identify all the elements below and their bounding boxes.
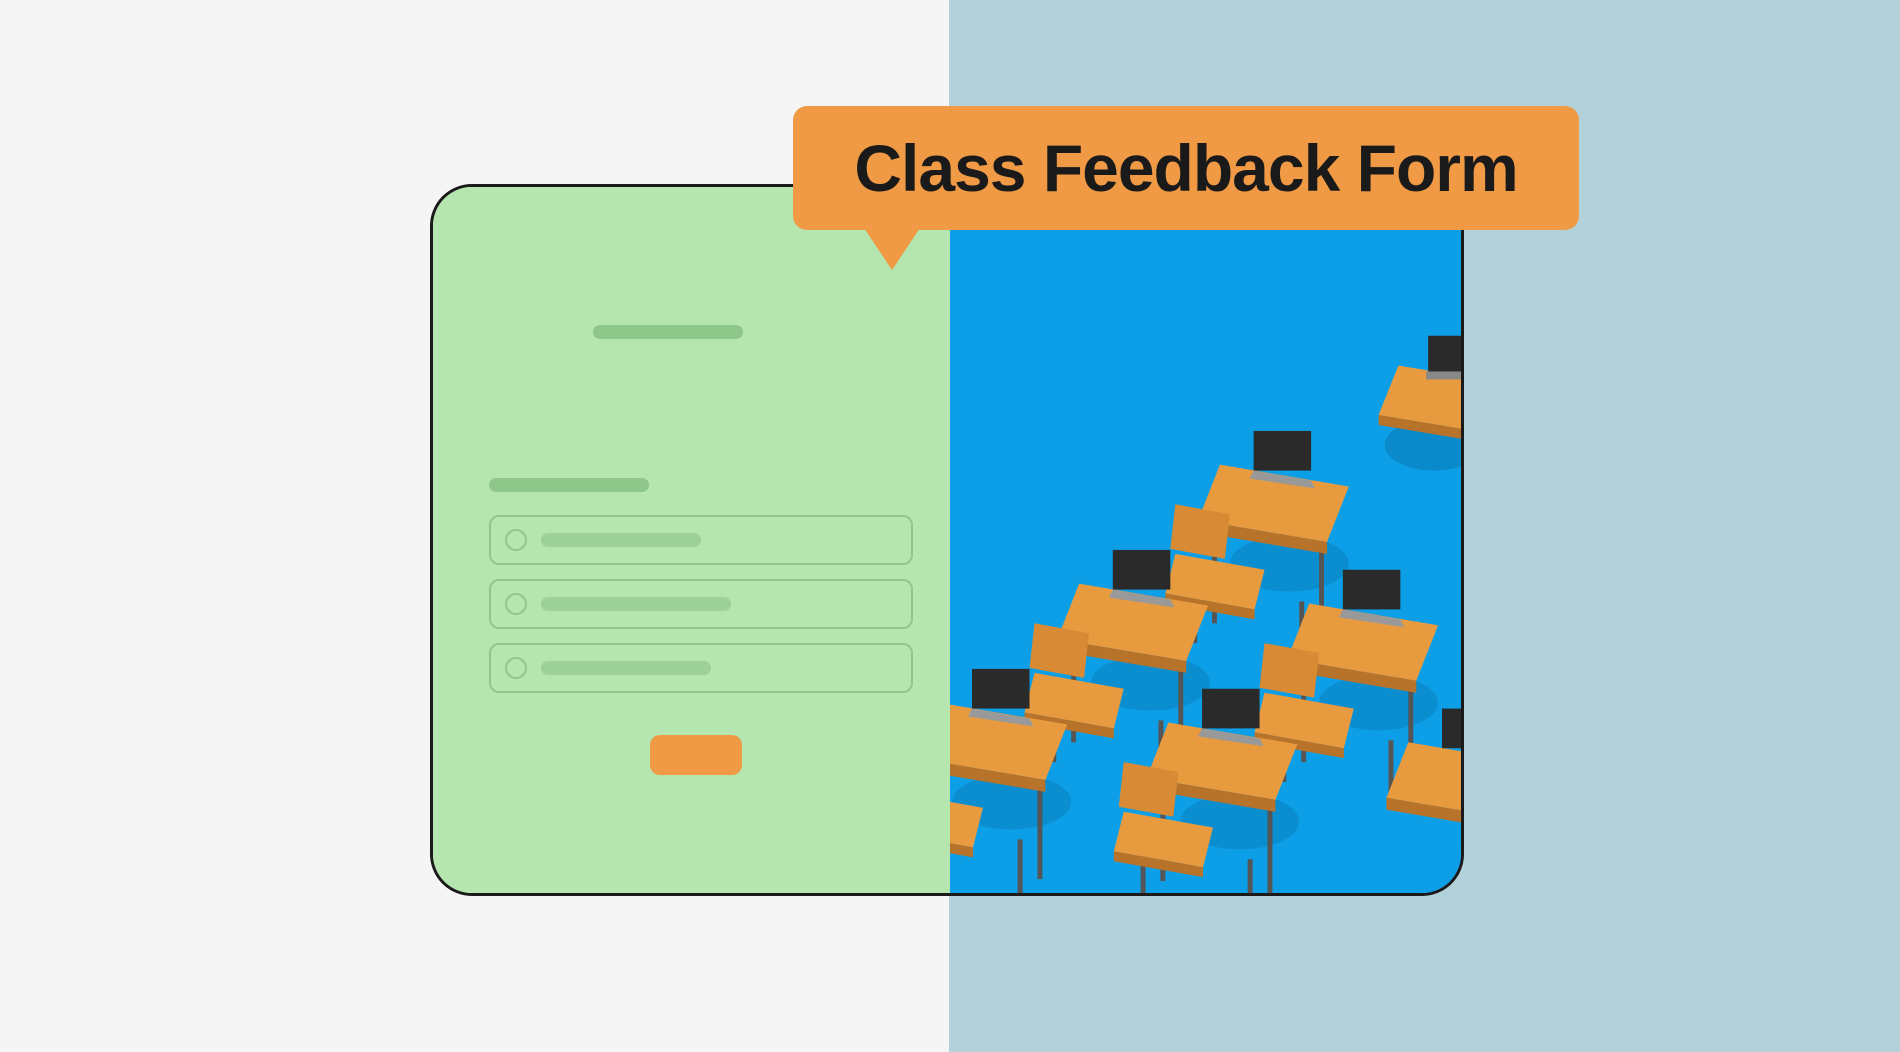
radio-icon xyxy=(505,529,527,551)
form-card xyxy=(430,184,1464,896)
radio-option[interactable] xyxy=(489,643,913,693)
classroom-image xyxy=(950,187,1464,893)
title-callout: Class Feedback Form xyxy=(793,106,1579,230)
callout-title: Class Feedback Form xyxy=(854,130,1517,206)
radio-option[interactable] xyxy=(489,579,913,629)
option-text-placeholder xyxy=(541,661,711,675)
form-panel xyxy=(433,187,950,893)
question-label-placeholder xyxy=(489,478,649,492)
submit-button[interactable] xyxy=(650,735,742,775)
radio-icon xyxy=(505,593,527,615)
option-text-placeholder xyxy=(541,597,731,611)
form-title-placeholder xyxy=(593,325,743,339)
callout-pointer-icon xyxy=(864,228,920,270)
option-text-placeholder xyxy=(541,533,701,547)
radio-option[interactable] xyxy=(489,515,913,565)
radio-icon xyxy=(505,657,527,679)
